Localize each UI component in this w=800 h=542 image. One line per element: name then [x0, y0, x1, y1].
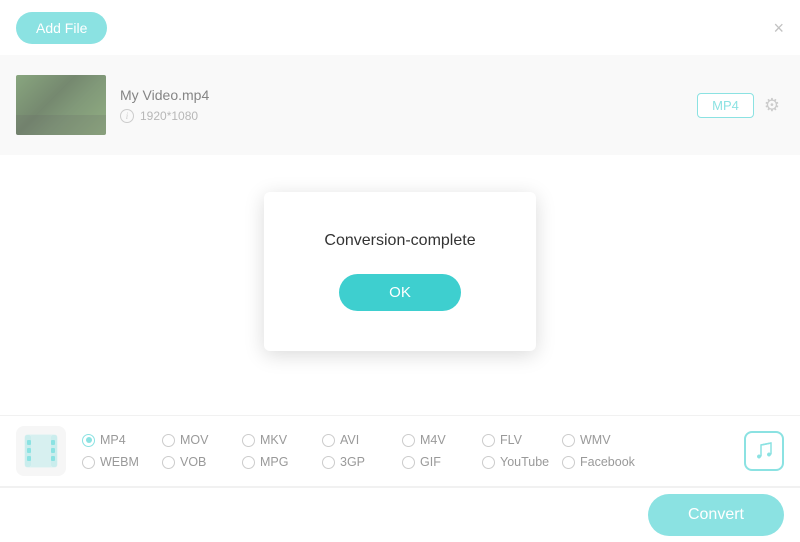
modal-dialog: Conversion-complete OK: [264, 192, 535, 351]
modal-overlay: Conversion-complete OK: [0, 0, 800, 542]
modal-title: Conversion-complete: [324, 232, 475, 250]
modal-ok-button[interactable]: OK: [339, 274, 461, 311]
